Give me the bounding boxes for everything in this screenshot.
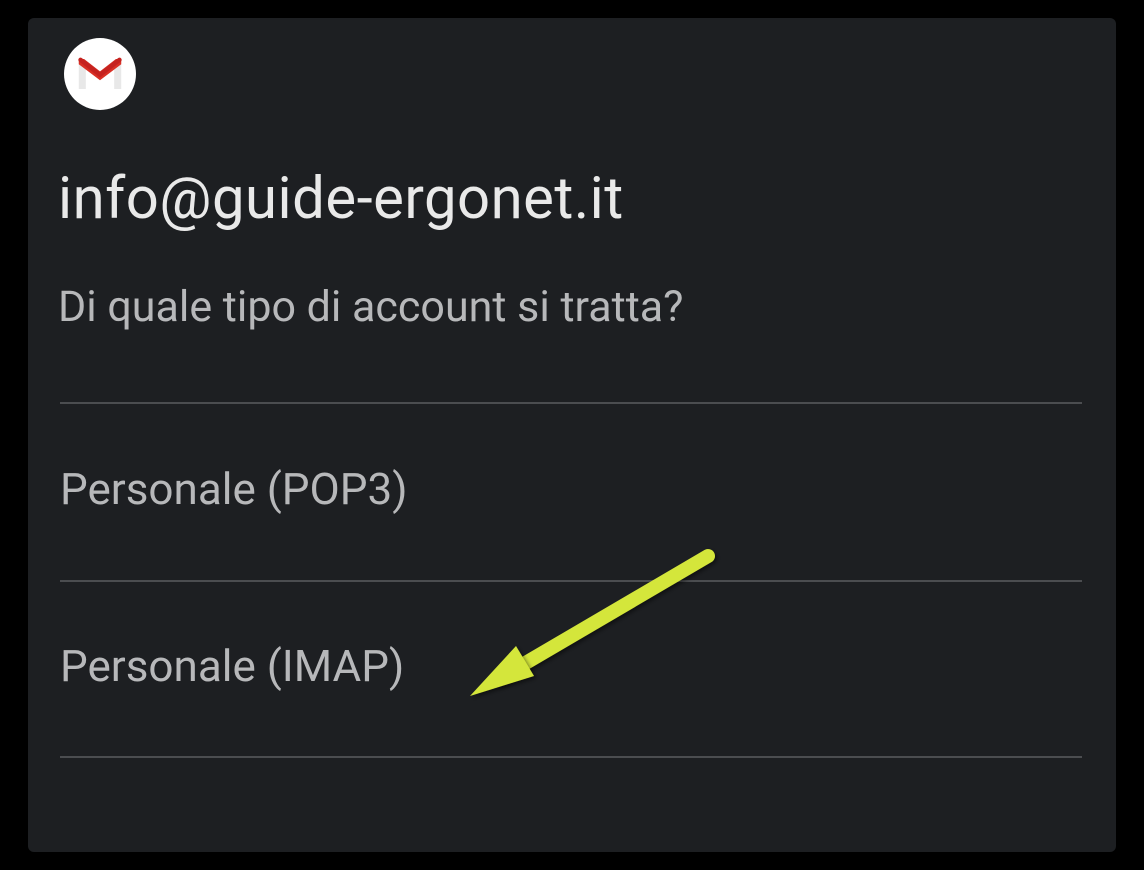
- option-pop3[interactable]: Personale (POP3): [60, 402, 1082, 580]
- account-type-screen: info@guide-ergonet.it Di quale tipo di a…: [28, 18, 1116, 852]
- option-imap-label: Personale (IMAP): [60, 640, 404, 692]
- gmail-icon: [64, 38, 136, 110]
- option-pop3-label: Personale (POP3): [60, 463, 408, 515]
- option-imap[interactable]: Personale (IMAP): [60, 580, 1082, 758]
- email-address-title: info@guide-ergonet.it: [58, 165, 624, 233]
- account-type-question: Di quale tipo di account si tratta?: [58, 282, 684, 332]
